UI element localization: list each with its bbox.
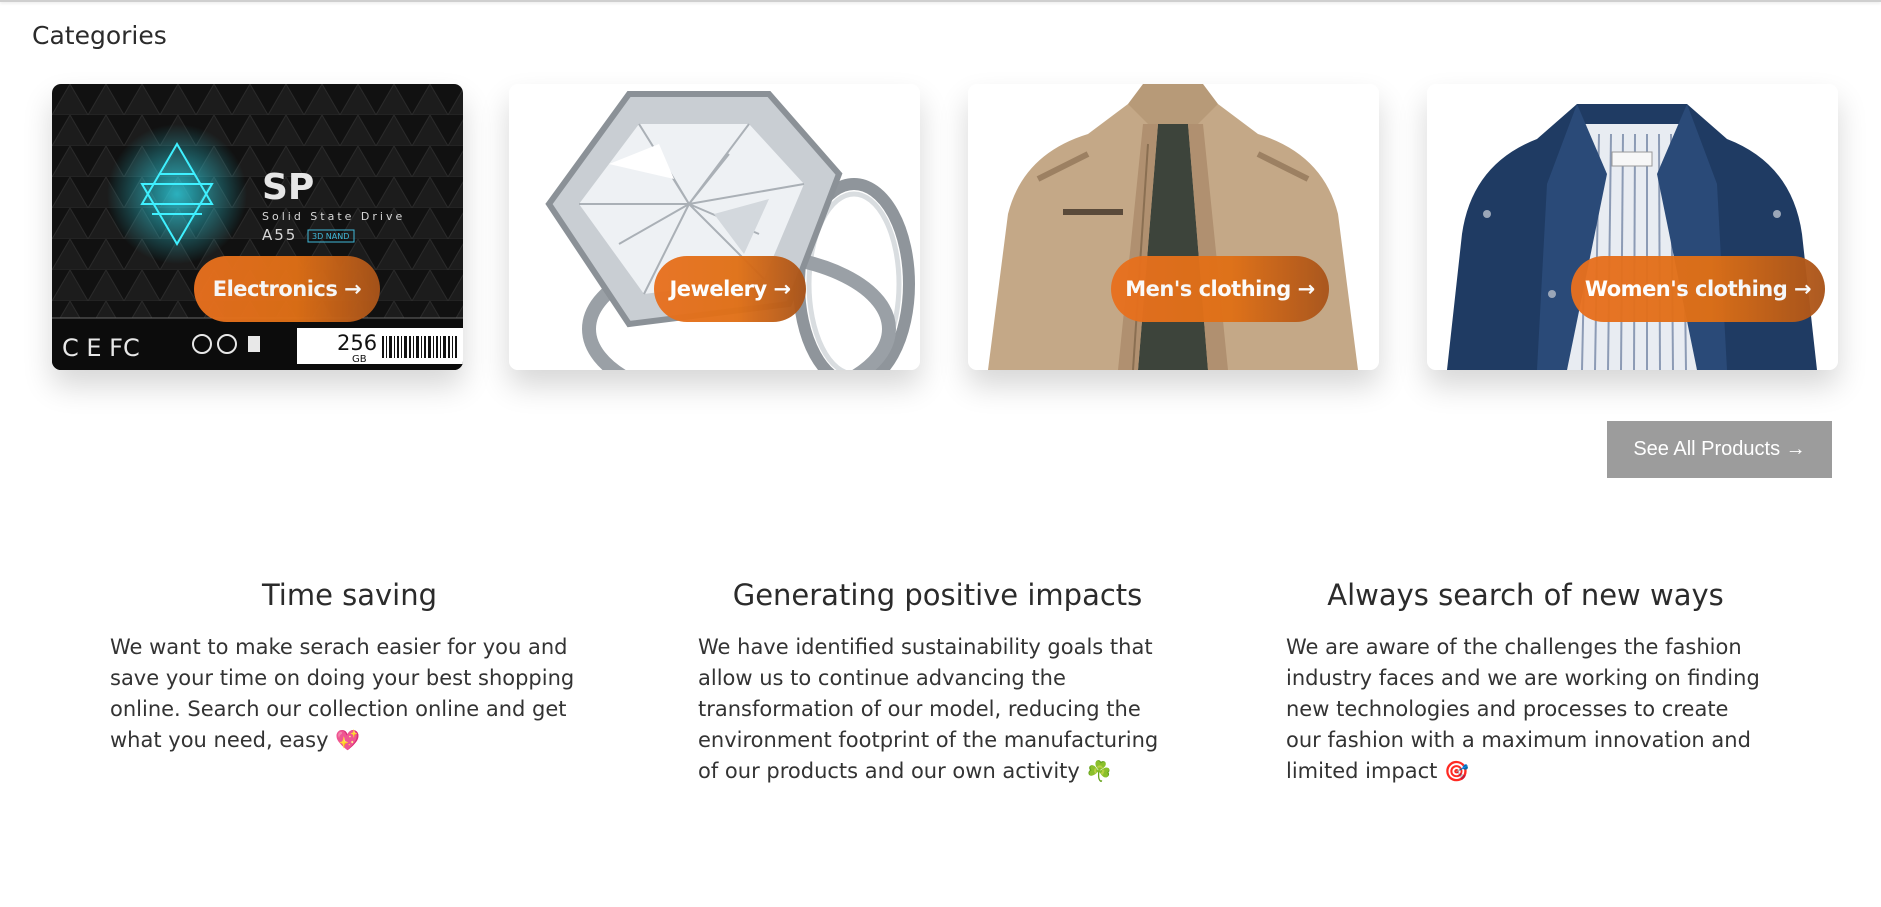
shamrock-icon: ☘️ (1086, 759, 1112, 783)
womens-jacket-image (1427, 84, 1838, 370)
top-divider (0, 0, 1881, 2)
category-card-jewelery[interactable]: Jewelery → (509, 84, 920, 370)
electronics-button[interactable]: Electronics → (194, 256, 380, 322)
ssd-model: A55 (262, 226, 297, 244)
feature-title: Always search of new ways (1327, 578, 1724, 612)
ssd-unit: GB (352, 354, 367, 365)
feature-title: Time saving (261, 578, 438, 612)
target-icon: 🎯 (1444, 759, 1469, 783)
feature-text: We have identified sustainability goals … (690, 632, 1185, 787)
ssd-line1: Solid State Drive (262, 210, 405, 223)
feature-time-saving: Time saving We want to make serach easie… (102, 578, 597, 756)
heart-icon: 💖 (335, 728, 361, 752)
see-all-products-button[interactable]: See All Products → (1607, 421, 1832, 478)
categories-title: Categories (32, 21, 167, 50)
feature-new-ways: Always search of new ways We are aware o… (1278, 578, 1773, 787)
category-card-mens-clothing[interactable]: Men's clothing → (968, 84, 1379, 370)
ssd-drive-image: SP Solid State Drive A55 3D NAND C E FC … (52, 84, 463, 370)
category-card-electronics[interactable]: SP Solid State Drive A55 3D NAND C E FC … (52, 84, 463, 370)
ssd-brand: SP (262, 167, 314, 208)
feature-text-body: We are aware of the challenges the fashi… (1286, 635, 1760, 783)
mens-jacket-image (968, 84, 1379, 370)
feature-positive-impacts: Generating positive impacts We have iden… (690, 578, 1185, 787)
feature-text: We want to make serach easier for you an… (102, 632, 597, 756)
womens-clothing-button[interactable]: Women's clothing → (1571, 256, 1825, 322)
mens-clothing-button[interactable]: Men's clothing → (1111, 256, 1329, 322)
jewelery-button[interactable]: Jewelery → (654, 256, 806, 322)
category-card-womens-clothing[interactable]: Women's clothing → (1427, 84, 1838, 370)
feature-title: Generating positive impacts (732, 578, 1143, 612)
ssd-badge: 3D NAND (312, 232, 349, 241)
feature-text: We are aware of the challenges the fashi… (1278, 632, 1773, 787)
svg-text:C E FC: C E FC (62, 334, 140, 362)
ssd-capacity: 256 (337, 331, 377, 355)
diamond-ring-image (509, 84, 920, 370)
